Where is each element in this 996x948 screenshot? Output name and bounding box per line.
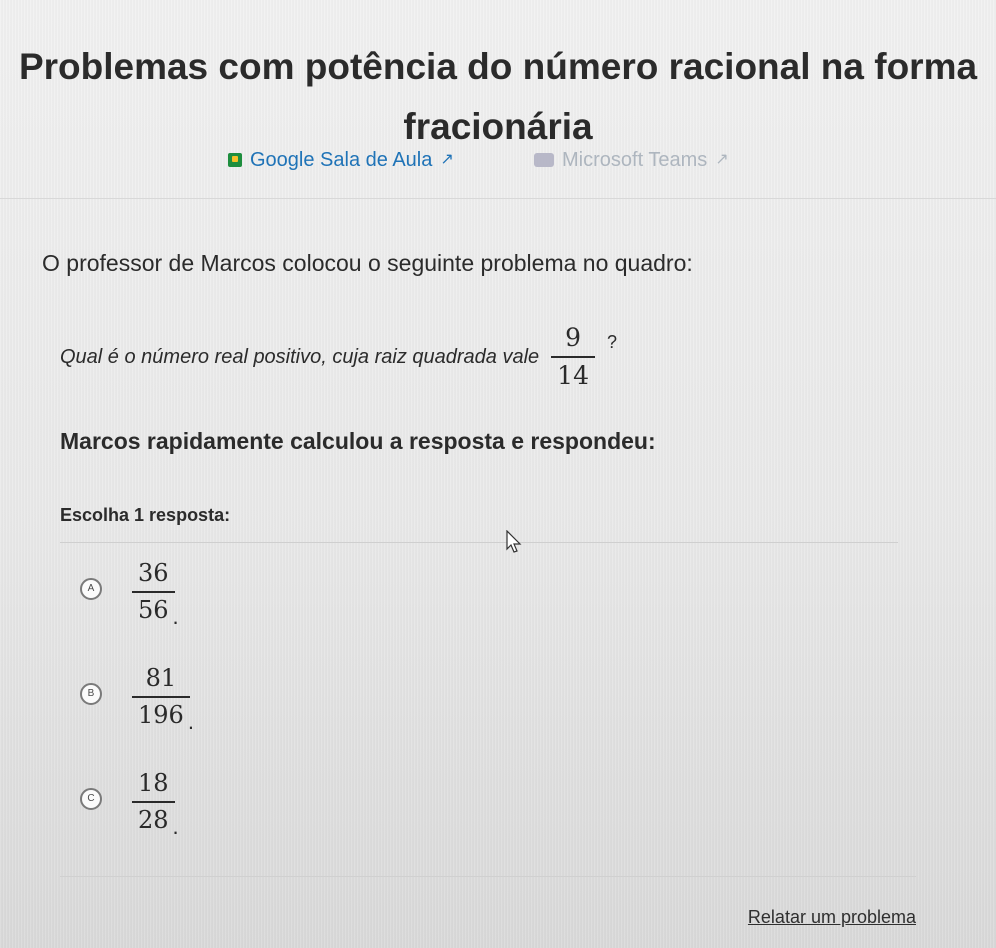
radio-button[interactable]: B — [80, 683, 102, 705]
choice-fraction: 18 28 — [132, 769, 175, 834]
choice-b[interactable]: B 81 196 . — [80, 664, 780, 770]
mouse-cursor-icon — [506, 530, 522, 553]
question-text: Qual é o número real positivo, cuja raiz… — [60, 345, 540, 368]
fraction-bar — [132, 695, 190, 698]
external-links: Google Sala de Aula ↗ Microsoft Teams ↗ — [0, 142, 996, 178]
google-classroom-link[interactable]: Google Sala de Aula ↗ — [228, 142, 454, 178]
choice-fraction: 36 56 — [132, 559, 175, 624]
choice-suffix: . — [172, 604, 179, 629]
fraction-denominator: 196 — [138, 700, 184, 729]
fraction-denominator: 56 — [138, 595, 169, 624]
answer-choices: A 36 56 . B 81 196 . C 18 28 . — [80, 559, 780, 875]
choices-divider — [60, 542, 898, 543]
report-problem-link[interactable]: Relatar um problema — [748, 905, 916, 929]
problem-intro: O professor de Marcos colocou o seguinte… — [42, 250, 693, 276]
radio-button[interactable]: A — [80, 578, 102, 600]
external-link-icon: ↗ — [440, 151, 454, 168]
choice-content: 36 56 . — [132, 559, 179, 630]
fraction-numerator: 9 — [565, 322, 582, 352]
google-classroom-label: Google Sala de Aula — [250, 149, 433, 171]
marcos-statement: Marcos rapidamente calculou a resposta e… — [60, 428, 656, 454]
choice-content: 18 28 . — [132, 769, 179, 840]
question-fraction: 9 14 — [551, 322, 595, 391]
page-title: Problemas com potência do número raciona… — [18, 45, 978, 147]
radio-button[interactable]: C — [80, 788, 102, 810]
choice-fraction: 81 196 — [132, 664, 190, 729]
footer-divider — [60, 876, 916, 877]
fraction-denominator: 14 — [557, 360, 589, 390]
choice-suffix: . — [187, 709, 194, 734]
fraction-numerator: 36 — [138, 559, 169, 587]
microsoft-teams-label: Microsoft Teams — [562, 149, 708, 171]
choice-suffix: . — [172, 814, 179, 839]
fraction-denominator: 28 — [138, 805, 169, 834]
choice-content: 81 196 . — [132, 664, 194, 735]
header-divider — [0, 198, 996, 199]
fraction-numerator: 18 — [138, 769, 169, 797]
microsoft-teams-link[interactable]: Microsoft Teams ↗ — [534, 142, 729, 178]
fraction-numerator: 81 — [145, 664, 177, 692]
choice-a[interactable]: A 36 56 . — [80, 559, 780, 665]
fraction-bar — [132, 800, 175, 803]
google-classroom-icon — [228, 153, 242, 167]
microsoft-teams-icon — [534, 153, 554, 167]
external-link-icon: ↗ — [715, 151, 729, 168]
choose-prompt: Escolha 1 resposta: — [60, 505, 231, 525]
fraction-bar — [132, 590, 175, 593]
question: Qual é o número real positivo, cuja raiz… — [60, 312, 617, 402]
choice-c[interactable]: C 18 28 . — [80, 769, 780, 875]
fraction-bar — [551, 355, 595, 358]
question-mark: ? — [606, 332, 617, 352]
